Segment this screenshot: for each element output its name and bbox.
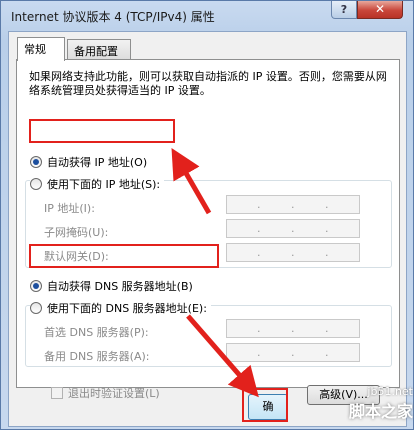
watermark-site-name: 脚本之家	[348, 402, 413, 421]
dialog-window: Internet 协议版本 4 (TCP/IPv4) 属性 ? ✕ 常规 备用配…	[0, 0, 414, 430]
validate-settings-label: 退出时验证设置(L)	[68, 387, 160, 400]
preferred-dns-label: 首选 DNS 服务器(P):	[44, 326, 149, 339]
tab-panel-general: 如果网络支持此功能，则可以获取自动指派的 IP 设置。否则，您需要从网络系统管理…	[16, 59, 400, 405]
auto-dns-radio[interactable]	[30, 280, 42, 292]
default-gateway-input[interactable]: ...	[226, 243, 360, 262]
manual-dns-radio-row[interactable]: 使用下面的 DNS 服务器地址(E):	[30, 300, 211, 316]
highlight-ok-button	[242, 388, 288, 422]
watermark: jb51.net 脚本之家	[339, 385, 413, 422]
auto-dns-radio-row[interactable]: 自动获得 DNS 服务器地址(B)	[30, 278, 193, 294]
window-title: Internet 协议版本 4 (TCP/IPv4) 属性	[11, 10, 215, 24]
highlight-auto-dns	[29, 244, 219, 268]
subnet-mask-input[interactable]: ...	[226, 219, 360, 238]
watermark-domain: jb51.net	[367, 385, 413, 398]
alternate-dns-label: 备用 DNS 服务器(A):	[44, 350, 150, 363]
title-bar[interactable]: Internet 协议版本 4 (TCP/IPv4) 属性 ? ✕	[1, 1, 413, 31]
preferred-dns-input[interactable]: ...	[226, 319, 360, 338]
help-button[interactable]: ?	[331, 1, 357, 19]
auto-dns-label: 自动获得 DNS 服务器地址(B)	[47, 280, 193, 293]
auto-ip-radio[interactable]	[30, 156, 42, 168]
highlight-auto-ip	[29, 119, 175, 143]
alternate-dns-input[interactable]: ...	[226, 343, 360, 362]
auto-ip-label: 自动获得 IP 地址(O)	[47, 156, 148, 169]
manual-ip-radio[interactable]	[30, 178, 42, 190]
ip-address-input[interactable]: ...	[226, 195, 360, 214]
subnet-mask-label: 子网掩码(U):	[44, 226, 109, 239]
auto-ip-radio-row[interactable]: 自动获得 IP 地址(O)	[30, 154, 147, 170]
tab-general[interactable]: 常规	[17, 37, 65, 61]
ip-address-label: IP 地址(I):	[44, 202, 95, 215]
validate-settings-checkbox[interactable]	[51, 387, 63, 399]
dialog-client-area: 常规 备用配置 如果网络支持此功能，则可以获取自动指派的 IP 设置。否则，您需…	[8, 31, 407, 427]
manual-dns-radio[interactable]	[30, 302, 42, 314]
description-text: 如果网络支持此功能，则可以获取自动指派的 IP 设置。否则，您需要从网络系统管理…	[29, 70, 387, 97]
manual-ip-label: 使用下面的 IP 地址(S):	[47, 178, 161, 191]
validate-settings-row[interactable]: 退出时验证设置(L)	[51, 385, 160, 401]
manual-ip-radio-row[interactable]: 使用下面的 IP 地址(S):	[30, 176, 165, 192]
close-button[interactable]: ✕	[357, 1, 403, 19]
manual-dns-label: 使用下面的 DNS 服务器地址(E):	[47, 302, 207, 315]
tab-alternate-configuration[interactable]: 备用配置	[67, 39, 131, 60]
